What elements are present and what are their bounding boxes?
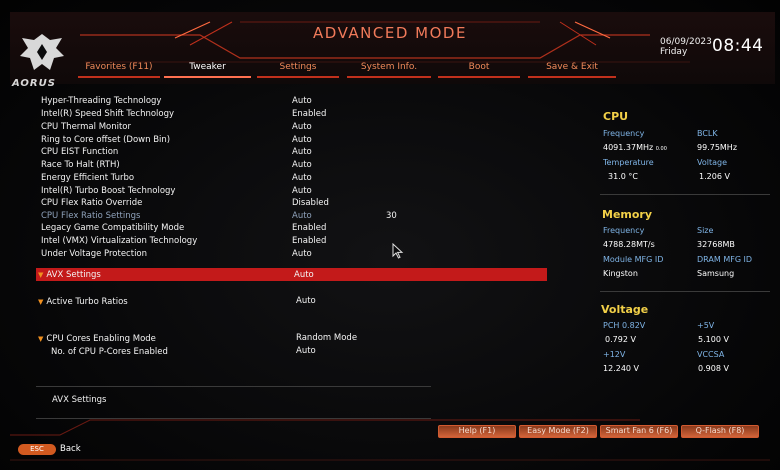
active-turbo-value[interactable]: Auto [296, 296, 316, 306]
clock: 08:44 [712, 36, 764, 56]
setting-value[interactable]: Enabled [292, 109, 326, 119]
cpu-cores-label: CPU Cores Enabling Mode [46, 334, 156, 344]
setting-value: Auto [292, 211, 312, 221]
cpu-cores-item[interactable]: ▼ CPU Cores Enabling Mode [38, 334, 156, 344]
divider [600, 291, 770, 292]
temp-label: Temperature [603, 158, 654, 167]
p12v-value: 12.240 V [603, 364, 640, 373]
setting-label: CPU Flex Ratio Settings [41, 211, 141, 221]
setting-label[interactable]: Legacy Game Compatibility Mode [41, 223, 184, 233]
voltage-heading: Voltage [601, 303, 649, 316]
active-turbo-label: Active Turbo Ratios [46, 297, 128, 307]
module-mfg-value: Kingston [603, 269, 638, 278]
mem-freq-value: 4788.28MT/s [603, 240, 655, 249]
tab-save-exit[interactable]: Save & Exit [528, 62, 616, 78]
setting-value[interactable]: Auto [292, 160, 312, 170]
flex-ratio-number[interactable]: 30 [386, 211, 397, 221]
setting-value[interactable]: Auto [292, 96, 312, 106]
setting-value[interactable]: Auto [292, 249, 312, 259]
expand-triangle-icon: ▼ [38, 298, 44, 306]
setting-value[interactable]: Auto [292, 186, 312, 196]
mouse-cursor-icon [392, 243, 404, 259]
cpu-heading: CPU [603, 110, 629, 123]
setting-value[interactable]: Enabled [292, 223, 326, 233]
pch-label: PCH 0.82V [603, 321, 646, 330]
divider [600, 194, 770, 195]
help-description: AVX Settings [52, 395, 107, 405]
esc-key-icon[interactable]: ESC [18, 444, 56, 455]
tab-boot[interactable]: Boot [438, 62, 520, 78]
expand-triangle-icon: ▼ [38, 335, 44, 343]
mem-freq-label: Frequency [603, 226, 645, 235]
memory-heading: Memory [602, 208, 653, 221]
p-cores-value[interactable]: Auto [296, 346, 316, 356]
pch-value: 0.792 V [605, 335, 636, 344]
setting-value[interactable]: Auto [292, 122, 312, 132]
p12v-label: +12V [603, 350, 626, 359]
date-text: 06/09/2023 [660, 37, 712, 47]
tab-settings[interactable]: Settings [257, 62, 339, 78]
setting-value[interactable]: Enabled [292, 236, 326, 246]
expand-triangle-icon: ▼ [38, 271, 44, 279]
setting-label[interactable]: Intel(R) Speed Shift Technology [41, 109, 174, 119]
easy-mode-button[interactable]: Easy Mode (F2) [519, 425, 597, 438]
setting-label[interactable]: CPU EIST Function [41, 147, 118, 157]
avx-settings-item[interactable]: ▼ AVX Settings [38, 270, 101, 280]
selected-row-highlight [36, 268, 547, 281]
cpu-freq-label: Frequency [603, 129, 645, 138]
mem-size-value: 32768MB [697, 240, 735, 249]
setting-value[interactable]: Auto [292, 135, 312, 145]
setting-label[interactable]: Hyper-Threading Technology [41, 96, 161, 106]
help-button[interactable]: Help (F1) [438, 425, 516, 438]
setting-value[interactable]: Disabled [292, 198, 329, 208]
setting-label[interactable]: Race To Halt (RTH) [41, 160, 120, 170]
esc-label: ESC [30, 445, 44, 453]
smart-fan-button[interactable]: Smart Fan 6 (F6) [600, 425, 678, 438]
divider [36, 386, 431, 387]
setting-label[interactable]: CPU Thermal Monitor [41, 122, 131, 132]
p-cores-label[interactable]: No. of CPU P-Cores Enabled [51, 347, 168, 357]
avx-value[interactable]: Auto [294, 270, 314, 280]
tab-favorites[interactable]: Favorites (F11) [78, 62, 160, 78]
setting-value[interactable]: Auto [292, 173, 312, 183]
setting-label[interactable]: Intel(R) Turbo Boost Technology [41, 186, 175, 196]
cpu-voltage-value: 1.206 V [699, 172, 730, 181]
tab-system-info[interactable]: System Info. [347, 62, 431, 78]
setting-label[interactable]: Under Voltage Protection [41, 249, 147, 259]
avx-label: AVX Settings [46, 270, 101, 280]
temp-value: 31.0 °C [608, 172, 638, 181]
dram-mfg-label: DRAM MFG ID [697, 255, 753, 264]
setting-value[interactable]: Auto [292, 147, 312, 157]
dram-mfg-value: Samsung [697, 269, 735, 278]
cpu-freq-value: 4091.37MHz 0.00 [603, 143, 667, 152]
page-title: ADVANCED MODE [313, 24, 467, 42]
vccsa-label: VCCSA [697, 350, 725, 359]
bclk-value: 99.75MHz [697, 143, 738, 152]
vccsa-value: 0.908 V [698, 364, 729, 373]
logo-text: AORUS [12, 78, 56, 89]
tab-tweaker[interactable]: Tweaker [164, 62, 251, 78]
cpu-cores-value[interactable]: Random Mode [296, 333, 357, 343]
day-text: Friday [660, 47, 688, 57]
back-label[interactable]: Back [60, 444, 81, 454]
mem-size-label: Size [697, 226, 714, 235]
p5v-label: +5V [697, 321, 715, 330]
cpu-voltage-label: Voltage [697, 158, 728, 167]
setting-label[interactable]: Energy Efficient Turbo [41, 173, 134, 183]
module-mfg-label: Module MFG ID [603, 255, 664, 264]
setting-label[interactable]: Ring to Core offset (Down Bin) [41, 135, 170, 145]
p5v-value: 5.100 V [698, 335, 729, 344]
active-turbo-item[interactable]: ▼ Active Turbo Ratios [38, 297, 128, 307]
setting-label[interactable]: Intel (VMX) Virtualization Technology [41, 236, 197, 246]
date-display: 06/09/2023 Friday [660, 37, 712, 57]
bclk-label: BCLK [697, 129, 718, 138]
setting-label[interactable]: CPU Flex Ratio Override [41, 198, 142, 208]
q-flash-button[interactable]: Q-Flash (F8) [681, 425, 759, 438]
